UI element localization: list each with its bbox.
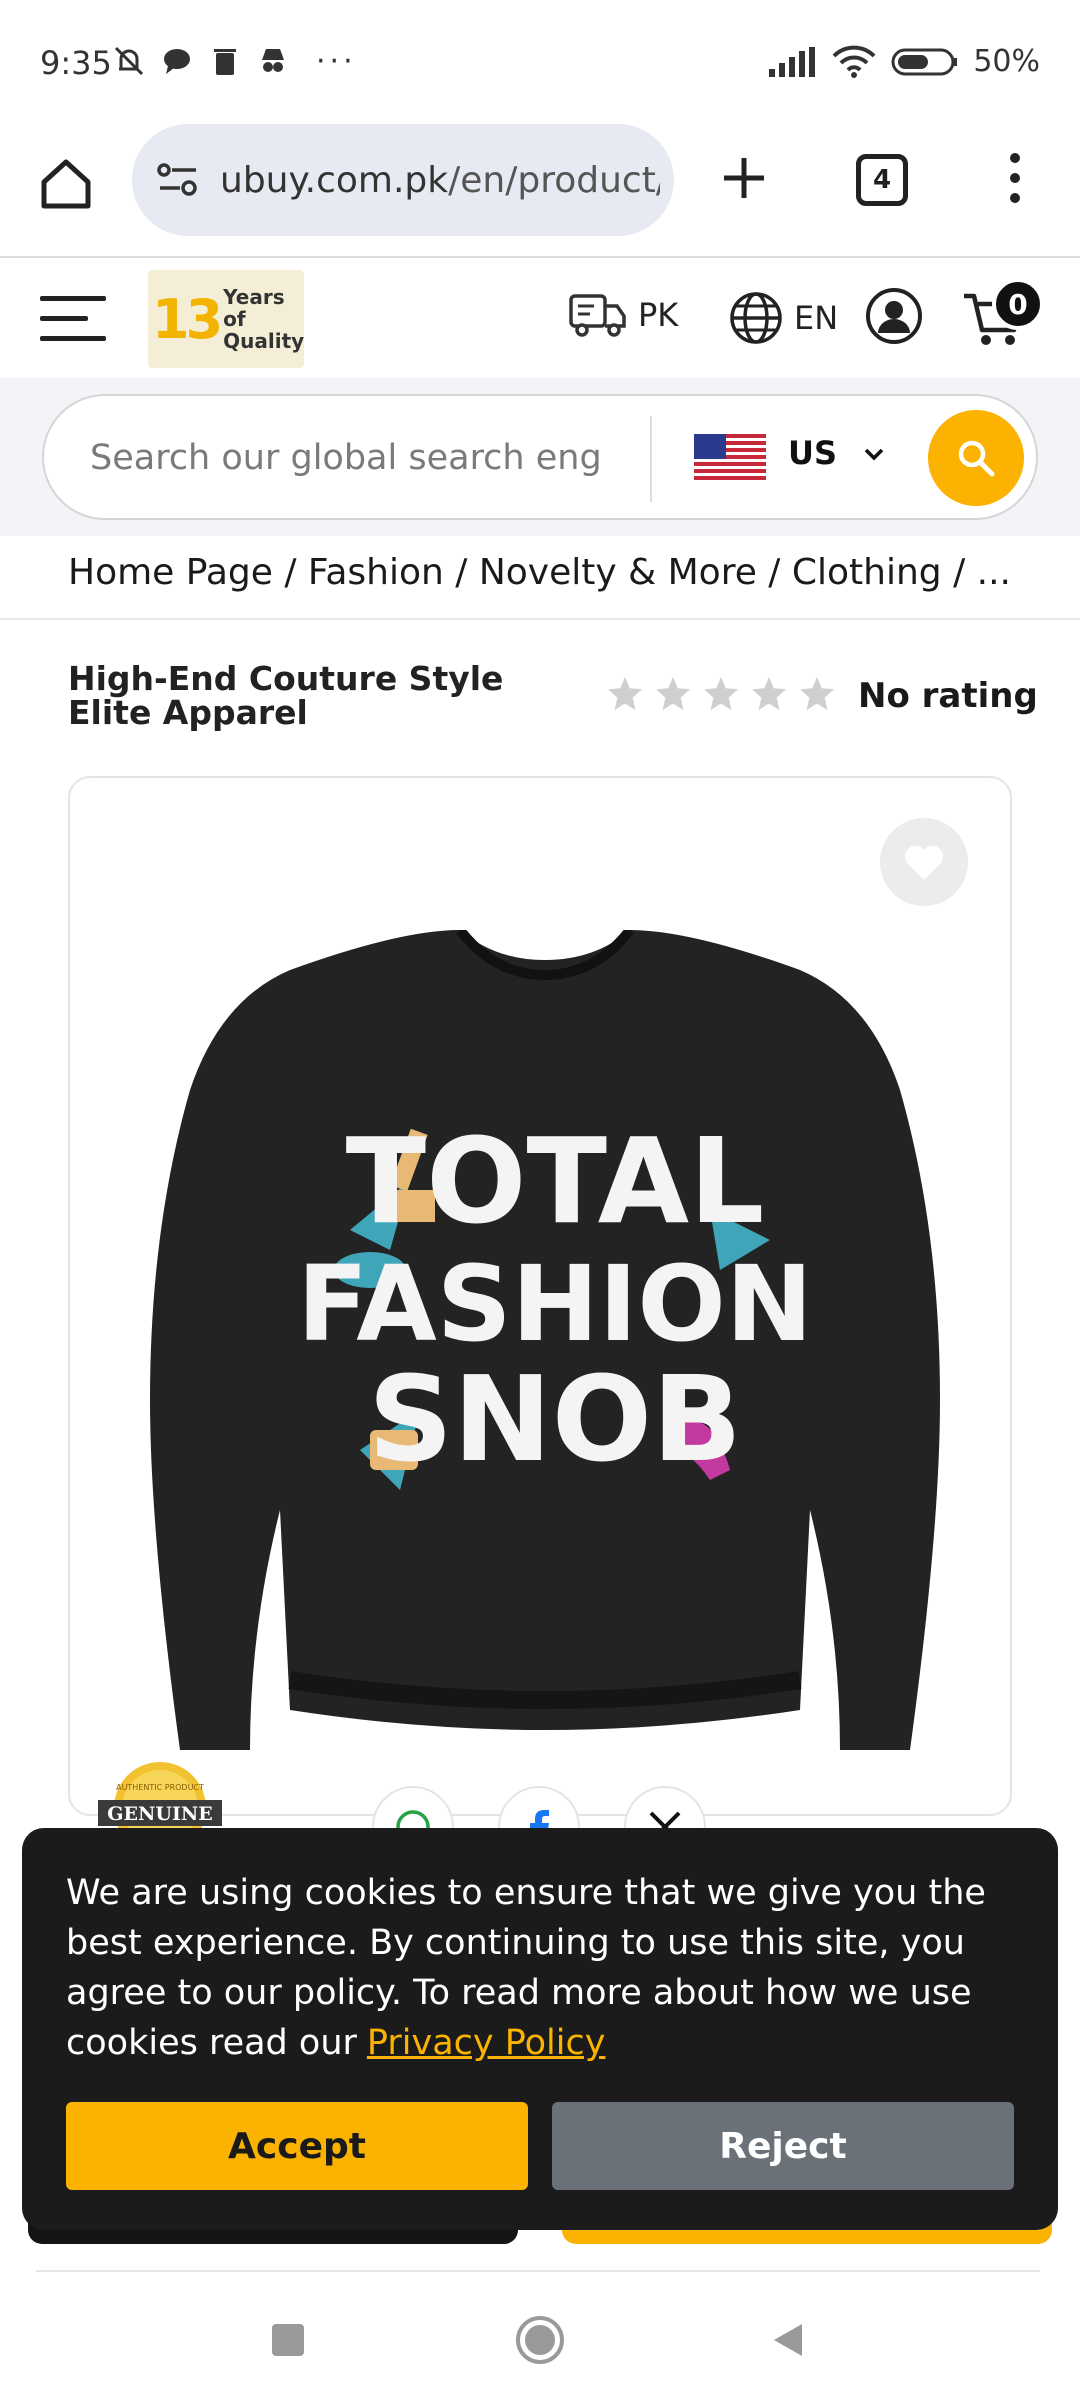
- search-bar: US: [42, 394, 1038, 520]
- genuine-product-badge: AUTHENTIC PRODUCT GENUINE: [98, 1762, 222, 1828]
- star-icon: [703, 676, 739, 711]
- language-label: EN: [794, 299, 839, 337]
- shipping-country-label: PK: [638, 296, 679, 334]
- url-domain: ubuy.com.pk: [220, 159, 449, 201]
- product-title: High-End Couture Style Elite Apparel: [68, 659, 504, 732]
- user-account-icon: [866, 288, 922, 344]
- accept-cookies-button[interactable]: Accept: [66, 2102, 528, 2190]
- breadcrumb-divider: [0, 618, 1080, 620]
- wifi-icon: [832, 45, 876, 78]
- browser-menu-button[interactable]: [1000, 148, 1030, 208]
- battery-icon: [891, 48, 958, 75]
- battery-percent: 50%: [973, 44, 1040, 79]
- status-bar: 9:35 ··· 50%: [0, 0, 1080, 118]
- logo-text: Years of Quality: [223, 285, 305, 353]
- graphic-text-total: TOTAL: [346, 1112, 765, 1250]
- store-country-label[interactable]: US: [788, 434, 837, 472]
- graphic-text-fashion: FASHION: [297, 1243, 813, 1365]
- system-navigation-bar: [0, 2272, 1080, 2400]
- product-image[interactable]: TOTAL FASHION SNOB: [150, 930, 940, 1760]
- signal-icon: [769, 46, 816, 77]
- browser-toolbar: ubuy.com.pk/en/product/ 4: [0, 118, 1080, 258]
- us-flag-icon[interactable]: [694, 434, 766, 480]
- graphic-text-snob: SNOB: [368, 1350, 742, 1488]
- kebab-menu-icon: [1010, 153, 1020, 203]
- chevron-down-icon[interactable]: [860, 440, 888, 468]
- star-icon: [655, 676, 691, 711]
- star-icon: [799, 676, 835, 711]
- delivery-truck-icon: [569, 294, 626, 337]
- recent-apps-button[interactable]: [266, 2318, 310, 2362]
- rating-label: No rating: [858, 676, 1038, 716]
- mute-bell-icon: [112, 44, 146, 78]
- cookie-message: We are using cookies to ensure that we g…: [66, 1873, 986, 2063]
- search-divider: [650, 416, 652, 502]
- home-icon: [41, 159, 91, 209]
- home-button[interactable]: [36, 154, 96, 214]
- status-time: 9:35: [40, 44, 112, 82]
- chat-icon: [160, 44, 194, 78]
- language-selector[interactable]: EN: [728, 290, 838, 346]
- plus-icon: [724, 158, 764, 198]
- system-status: 50%: [767, 44, 1040, 79]
- reject-cookies-button[interactable]: Reject: [552, 2102, 1014, 2190]
- back-nav-button[interactable]: [766, 2318, 810, 2362]
- wishlist-button[interactable]: [880, 818, 968, 906]
- more-notifications: ···: [316, 44, 357, 79]
- privacy-policy-link[interactable]: Privacy Policy: [367, 2023, 606, 2063]
- site-logo[interactable]: 13 Years of Quality: [148, 270, 304, 368]
- address-bar[interactable]: ubuy.com.pk/en/product/: [132, 124, 674, 236]
- heart-icon: [904, 845, 944, 880]
- notification-icons: ···: [112, 44, 357, 79]
- star-icon: [751, 676, 787, 711]
- url-path: /en/product/: [448, 159, 660, 201]
- cart-count-badge: 0: [992, 278, 1044, 330]
- star-icon: [607, 676, 643, 711]
- account-button[interactable]: [864, 286, 924, 346]
- url-text: ubuy.com.pk/en/product/: [220, 160, 660, 201]
- search-section: US: [0, 378, 1080, 536]
- trash-icon: [208, 44, 242, 78]
- search-icon: [958, 440, 995, 477]
- site-settings-icon[interactable]: [154, 156, 202, 204]
- search-button[interactable]: [928, 410, 1024, 506]
- hamburger-menu-icon[interactable]: [40, 296, 106, 346]
- site-header: 13 Years of Quality PK EN 0: [0, 260, 1080, 378]
- logo-number: 13: [152, 287, 223, 351]
- breadcrumb[interactable]: Home Page / Fashion / Novelty & More / C…: [68, 552, 1048, 593]
- new-tab-button[interactable]: [714, 148, 774, 208]
- globe-icon: [730, 292, 782, 344]
- svg-text:AUTHENTIC PRODUCT: AUTHENTIC PRODUCT: [116, 1783, 204, 1792]
- genuine-label: GENUINE: [107, 1803, 212, 1825]
- tab-switcher-button[interactable]: 4: [856, 154, 908, 206]
- incognito-icon: [256, 44, 290, 78]
- shipping-country-selector[interactable]: PK: [568, 290, 678, 340]
- cookie-consent-banner: We are using cookies to ensure that we g…: [22, 1828, 1058, 2230]
- rating-stars: [606, 674, 836, 712]
- search-input[interactable]: [90, 428, 666, 488]
- home-nav-button[interactable]: [514, 2314, 566, 2366]
